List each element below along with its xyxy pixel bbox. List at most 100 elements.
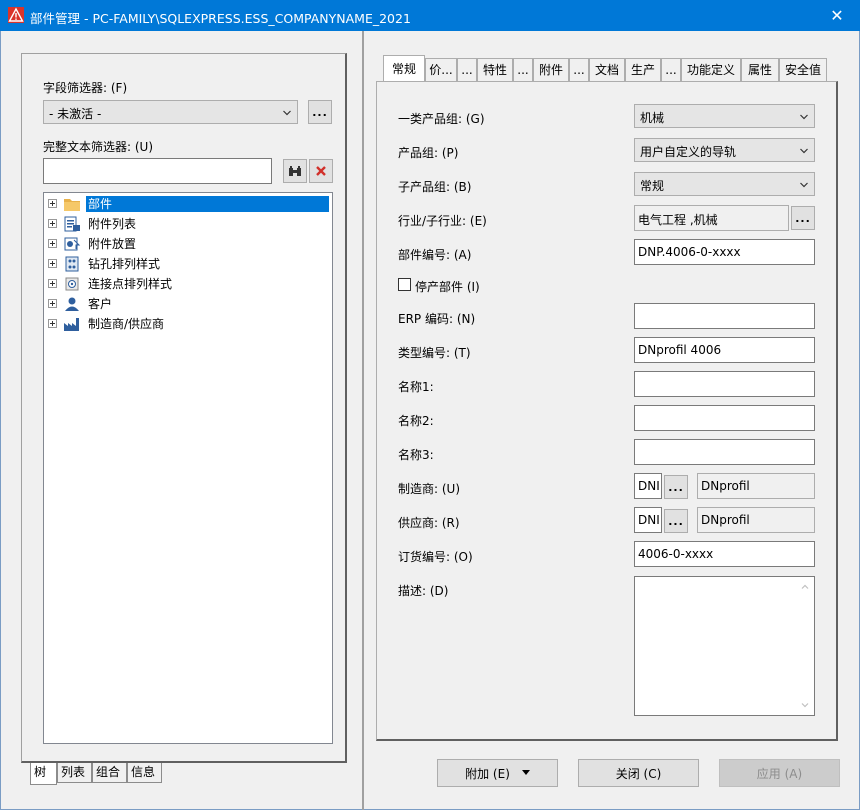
scroll-down-icon: [801, 703, 809, 708]
tree-item-connection-patterns[interactable]: 连接点排列样式: [44, 274, 332, 294]
sub-product-group-select[interactable]: 常规: [634, 172, 815, 196]
tab-list[interactable]: 列表: [57, 763, 92, 783]
delete-icon: [316, 166, 326, 176]
expand-icon[interactable]: [48, 199, 57, 208]
tab-more-1[interactable]: ...: [457, 58, 477, 81]
tab-production[interactable]: 生产: [625, 58, 661, 81]
description-textarea[interactable]: [634, 576, 815, 716]
dropdown-arrow-icon: [521, 770, 530, 775]
connection-point-pattern-icon: [65, 277, 79, 291]
order-number-label: 订货编号: (O): [398, 550, 473, 564]
panel-splitter[interactable]: [362, 31, 364, 810]
description-label: 描述: (D): [398, 584, 449, 598]
expand-icon[interactable]: [48, 239, 57, 248]
expand-icon[interactable]: [48, 279, 57, 288]
discontinued-label: 停产部件 (I): [415, 280, 480, 294]
clear-filter-button[interactable]: [309, 159, 333, 183]
chevron-down-icon: [800, 114, 808, 120]
tab-general[interactable]: 常规: [383, 55, 425, 82]
manufacturer-name-field: DNprofil: [697, 473, 815, 499]
type-number-input[interactable]: DNprofil 4006: [634, 337, 815, 363]
title-bar: 部件管理 - PC-FAMILY\SQLEXPRESS.ESS_COMPANYN…: [0, 0, 860, 31]
erp-code-label: ERP 编码: (N): [398, 312, 476, 326]
tab-combination[interactable]: 组合: [92, 763, 127, 783]
close-button[interactable]: 关闭 (C): [578, 759, 699, 787]
product-group-label: 产品组: (P): [398, 146, 459, 160]
accessory-placement-icon: [64, 237, 81, 251]
close-icon: ✕: [830, 6, 844, 25]
tree-item-accessory-lists[interactable]: 附件列表: [44, 214, 332, 234]
name2-label: 名称2:: [398, 414, 434, 428]
supplier-more-button[interactable]: ...: [664, 509, 688, 533]
name1-input[interactable]: [634, 371, 815, 397]
industry-more-button[interactable]: ...: [791, 206, 815, 230]
app-warning-icon: [8, 7, 24, 23]
tree-item-customers[interactable]: 客户: [44, 294, 332, 314]
folder-icon: [64, 199, 80, 211]
tab-function-definition[interactable]: 功能定义: [681, 58, 741, 81]
expand-icon[interactable]: [48, 299, 57, 308]
name2-input[interactable]: [634, 405, 815, 431]
tree-item-accessory-placement[interactable]: 附件放置: [44, 234, 332, 254]
expand-icon[interactable]: [48, 219, 57, 228]
industry-field: 电气工程 ,机械: [634, 205, 789, 231]
tab-documents[interactable]: 文档: [589, 58, 625, 81]
supplier-name-field: DNprofil: [697, 507, 815, 533]
tab-accessories[interactable]: 附件: [533, 58, 569, 81]
tab-attributes[interactable]: 属性: [741, 58, 779, 81]
accessory-list-icon: [64, 216, 80, 232]
discontinued-checkbox[interactable]: [398, 278, 411, 291]
tab-more-2[interactable]: ...: [513, 58, 533, 81]
name3-label: 名称3:: [398, 448, 434, 462]
description-scrollbar[interactable]: [797, 577, 814, 715]
window-border-left: [0, 31, 1, 810]
name1-label: 名称1:: [398, 380, 434, 394]
drilling-pattern-icon: [65, 256, 79, 272]
tab-more-4[interactable]: ...: [661, 58, 681, 81]
factory-icon: [64, 318, 79, 331]
parts-tree[interactable]: 部件 附件列表 附件放置 钻孔排列样式 连接点排列样式 客户 制造商/供应商: [43, 192, 333, 744]
order-number-input[interactable]: 4006-0-xxxx: [634, 541, 815, 567]
manufacturer-more-button[interactable]: ...: [664, 475, 688, 499]
product-group-1-select[interactable]: 机械: [634, 104, 815, 128]
tab-safety-values[interactable]: 安全值: [779, 58, 827, 81]
field-filter-more-button[interactable]: ...: [308, 100, 332, 124]
name3-input[interactable]: [634, 439, 815, 465]
product-group-select[interactable]: 用户自定义的导轨: [634, 138, 815, 162]
search-button[interactable]: [283, 159, 307, 183]
add-button[interactable]: 附加 (E): [437, 759, 558, 787]
field-filter-select[interactable]: - 未激活 -: [43, 100, 298, 124]
apply-button[interactable]: 应用 (A): [719, 759, 840, 787]
sub-product-group-label: 子产品组: (B): [398, 180, 472, 194]
erp-code-input[interactable]: [634, 303, 815, 329]
field-filter-value: - 未激活 -: [49, 107, 102, 121]
part-number-input[interactable]: DNP.4006-0-xxxx: [634, 239, 815, 265]
fulltext-filter-label: 完整文本筛选器: (U): [43, 140, 154, 154]
close-window-button[interactable]: ✕: [814, 0, 860, 31]
tree-item-manufacturers[interactable]: 制造商/供应商: [44, 314, 332, 334]
binoculars-icon: [289, 166, 301, 176]
industry-label: 行业/子行业: (E): [398, 214, 487, 228]
tab-properties[interactable]: 特性: [477, 58, 513, 81]
field-filter-label: 字段筛选器: (F): [43, 81, 128, 95]
fulltext-filter-input[interactable]: [43, 158, 272, 184]
chevron-down-icon: [800, 182, 808, 188]
tree-item-parts[interactable]: 部件: [44, 194, 332, 214]
tree-item-drilling-patterns[interactable]: 钻孔排列样式: [44, 254, 332, 274]
customer-icon: [65, 297, 79, 311]
chevron-down-icon: [800, 148, 808, 154]
part-number-label: 部件编号: (A): [398, 248, 472, 262]
tab-more-3[interactable]: ...: [569, 58, 589, 81]
scroll-up-icon: [801, 584, 809, 589]
tab-info[interactable]: 信息: [127, 763, 162, 783]
expand-icon[interactable]: [48, 319, 57, 328]
expand-icon[interactable]: [48, 259, 57, 268]
type-number-label: 类型编号: (T): [398, 346, 471, 360]
product-group-1-label: 一类产品组: (G): [398, 112, 485, 126]
supplier-code-input[interactable]: DNI: [634, 507, 662, 533]
tab-tree[interactable]: 树: [30, 763, 57, 785]
tab-price[interactable]: 价...: [425, 58, 457, 81]
manufacturer-label: 制造商: (U): [398, 482, 461, 496]
supplier-label: 供应商: (R): [398, 516, 460, 530]
manufacturer-code-input[interactable]: DNI: [634, 473, 662, 499]
